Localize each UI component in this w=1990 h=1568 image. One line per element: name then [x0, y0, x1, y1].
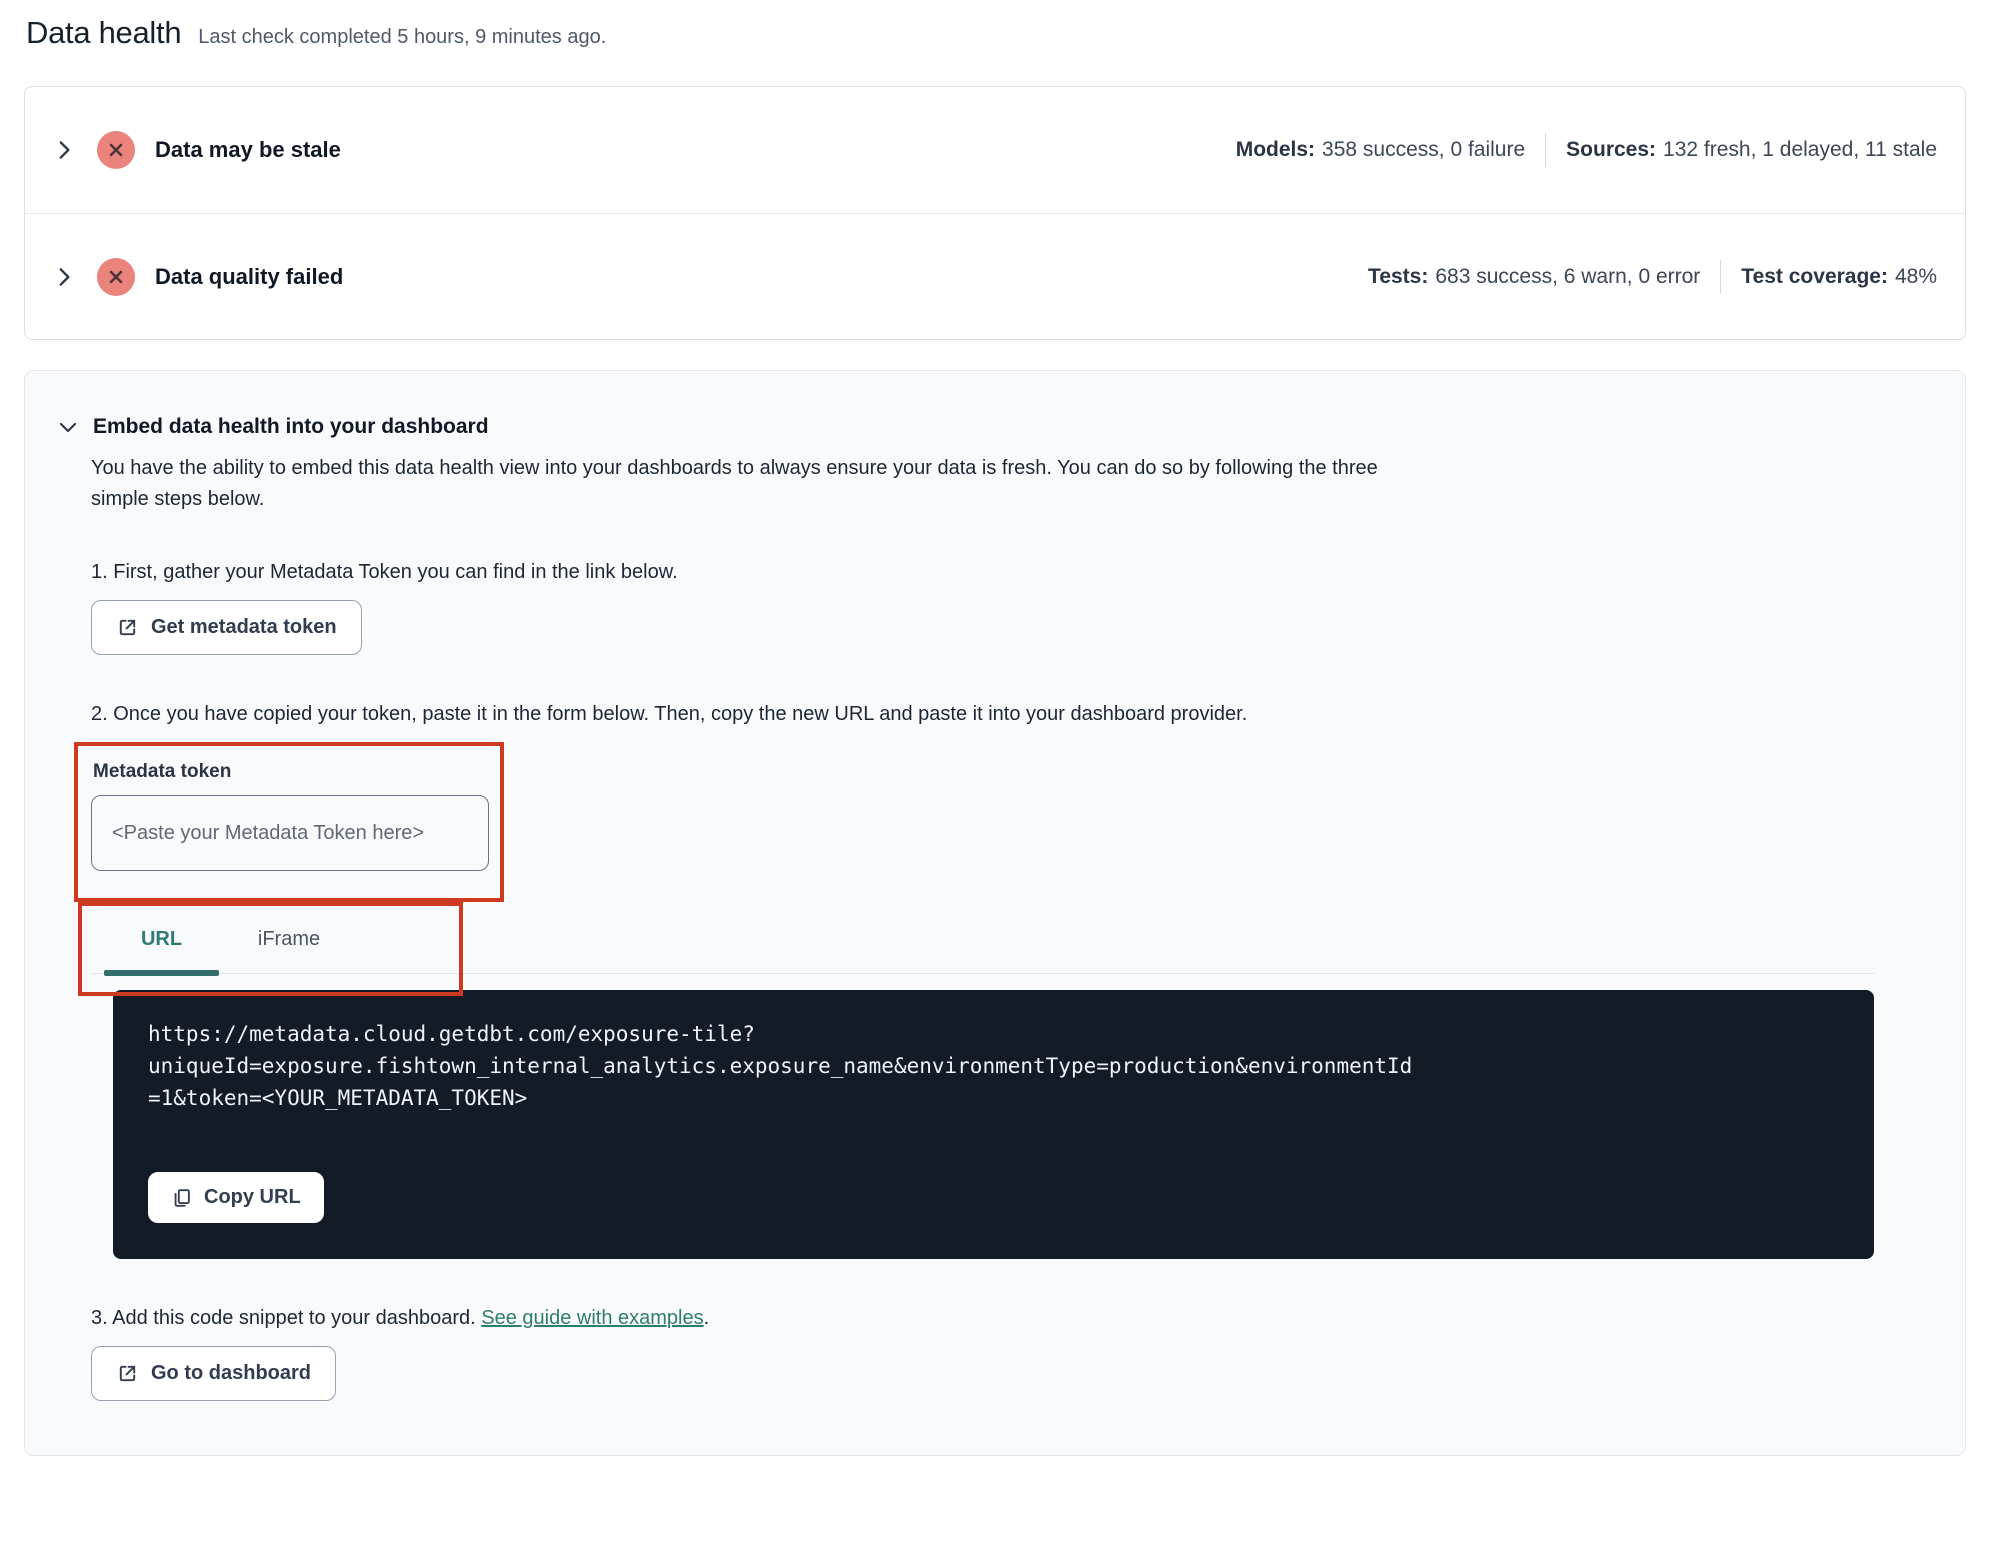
stat-value: 132 fresh, 1 delayed, 11 stale: [1663, 138, 1937, 161]
embed-section-title: Embed data health into your dashboard: [93, 415, 489, 438]
stat-label: Sources:: [1566, 138, 1657, 161]
embed-url-line: =1&token=<YOUR_METADATA_TOKEN>: [148, 1086, 528, 1110]
get-metadata-token-label: Get metadata token: [151, 616, 337, 638]
error-x-icon: [97, 257, 135, 296]
chevron-right-icon: [59, 267, 70, 286]
status-card: Data may be stale Models: 358 success, 0 …: [24, 86, 1966, 340]
stat-label: Tests:: [1368, 264, 1429, 288]
page-title: Data health: [26, 15, 182, 50]
expand-row-button[interactable]: [47, 133, 81, 167]
status-row-title: Data quality failed: [155, 263, 344, 289]
copy-url-label: Copy URL: [204, 1186, 301, 1208]
external-link-icon: [119, 619, 136, 636]
embed-url-line: uniqueId=exposure.fishtown_internal_anal…: [148, 1054, 1413, 1078]
embed-url-line: https://metadata.cloud.getdbt.com/exposu…: [148, 1022, 755, 1046]
step3-text-before: 3. Add this code snippet to your dashboa…: [91, 1307, 482, 1329]
status-row-stats: Tests: 683 success, 6 warn, 0 error Test …: [1368, 259, 1937, 294]
status-row-stats: Models: 358 success, 0 failure Sources: 13…: [1236, 133, 1937, 167]
stat-test-coverage: Test coverage: 48%: [1741, 265, 1937, 289]
chevron-right-icon: [59, 141, 70, 159]
metadata-token-highlight-box: Metadata token: [74, 742, 504, 902]
go-to-dashboard-button[interactable]: Go to dashboard: [91, 1346, 336, 1401]
stat-value: 683 success, 6 warn, 0 error: [1435, 264, 1701, 288]
step3-text-after: .: [703, 1307, 710, 1329]
see-guide-link[interactable]: See guide with examples: [481, 1307, 703, 1329]
last-check-status: Last check completed 5 hours, 9 minutes …: [198, 26, 607, 48]
chevron-down-icon: [59, 422, 77, 433]
embed-description: You have the ability to embed this data …: [91, 457, 1378, 510]
metadata-token-input[interactable]: [91, 795, 489, 871]
tab-url[interactable]: URL: [104, 912, 219, 976]
step3-text: 3. Add this code snippet to your dashboa…: [91, 1307, 1874, 1330]
status-row-stale: Data may be stale Models: 358 success, 0 …: [25, 87, 1965, 213]
step1-text: 1. First, gather your Metadata Token you…: [91, 561, 678, 583]
stat-models: Models: 358 success, 0 failure: [1236, 138, 1525, 162]
stat-divider: [1720, 259, 1722, 294]
expand-row-button[interactable]: [47, 260, 81, 294]
stat-sources: Sources: 132 fresh, 1 delayed, 11 stale: [1566, 138, 1937, 162]
stat-tests: Tests: 683 success, 6 warn, 0 error: [1368, 265, 1700, 289]
get-metadata-token-button[interactable]: Get metadata token: [91, 600, 362, 655]
stat-label: Models:: [1235, 138, 1316, 161]
embed-section-body: You have the ability to embed this data …: [74, 453, 1874, 1401]
metadata-token-label: Metadata token: [93, 761, 232, 782]
status-row-quality: Data quality failed Tests: 683 success, 6…: [25, 213, 1965, 339]
error-x-icon: [97, 131, 135, 169]
tab-bar: URL iFrame: [91, 912, 1874, 976]
go-to-dashboard-label: Go to dashboard: [151, 1362, 311, 1384]
stat-value: 358 success, 0 failure: [1322, 138, 1526, 161]
tab-iframe[interactable]: iFrame: [229, 912, 349, 973]
copy-url-button[interactable]: Copy URL: [148, 1172, 324, 1223]
page-header: Data health Last check completed 5 hours…: [24, 12, 1966, 54]
stat-value: 48%: [1894, 264, 1937, 288]
step2-text: 2. Once you have copied your token, past…: [91, 703, 1248, 725]
embed-url-code-block: https://metadata.cloud.getdbt.com/exposu…: [113, 990, 1874, 1259]
stat-divider: [1545, 133, 1547, 167]
output-format-tabs: URL iFrame: [78, 902, 1874, 996]
embed-section-header[interactable]: Embed data health into your dashboard: [56, 415, 1965, 439]
status-row-title: Data may be stale: [155, 137, 341, 162]
stat-label: Test coverage:: [1741, 264, 1888, 288]
copy-icon: [174, 1188, 190, 1207]
external-link-icon: [119, 1365, 136, 1382]
data-health-page: Data health Last check completed 5 hours…: [0, 0, 1990, 1456]
embed-section: Embed data health into your dashboard Yo…: [24, 370, 1966, 1456]
